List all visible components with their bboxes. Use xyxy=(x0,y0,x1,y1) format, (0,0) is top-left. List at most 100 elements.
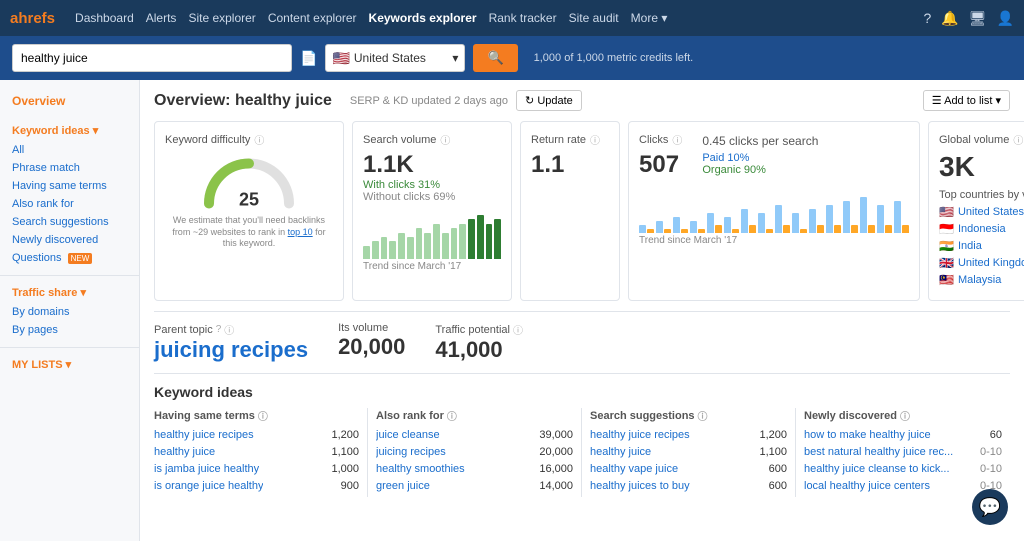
top-nav: ahrefs Dashboard Alerts Site explorer Co… xyxy=(0,0,1024,36)
sidebar-traffic-share[interactable]: Traffic share ▾ xyxy=(0,282,139,303)
monitor-icon[interactable]: 🖥 xyxy=(969,10,987,27)
sv-card: Search volume ⓘ 1.1K With clicks 31% Wit… xyxy=(352,121,512,301)
country-name[interactable]: United Kingdom xyxy=(958,257,1024,269)
country-name[interactable]: Indonesia xyxy=(958,223,1024,235)
sidebar-item-phrase-match[interactable]: Phrase match xyxy=(0,159,139,177)
country-flag-icon: 🇬🇧 xyxy=(939,256,954,270)
keyword-ideas-section: Keyword ideas Having same terms ⓘ health… xyxy=(154,384,1010,497)
nav-site-audit[interactable]: Site audit xyxy=(569,11,619,25)
ki-keyword-link[interactable]: healthy juice xyxy=(154,446,215,458)
ki-column-1: Also rank for ⓘ juice cleanse 39,000 jui… xyxy=(368,408,582,497)
metrics-row: Keyword difficulty ⓘ 25 We estimate that… xyxy=(154,121,1010,301)
help-icon[interactable]: ? xyxy=(924,10,932,26)
search-button[interactable]: 🔍 xyxy=(473,44,517,72)
ki-keyword-link[interactable]: how to make healthy juice xyxy=(804,429,931,441)
sidebar-my-lists[interactable]: MY LISTS ▾ xyxy=(0,354,139,375)
ki-keyword-link[interactable]: healthy juices to buy xyxy=(590,480,690,492)
country-row: 🇲🇾 Malaysia 150 5% xyxy=(939,273,1024,287)
top10-link[interactable]: top 10 xyxy=(288,227,313,237)
ki-keyword-link[interactable]: healthy juice recipes xyxy=(590,429,690,441)
ki-keyword-link[interactable]: juice cleanse xyxy=(376,429,440,441)
country-flag-icon: 🇮🇳 xyxy=(939,239,954,253)
ki-row: local healthy juice centers 0-10 xyxy=(804,480,1002,492)
rr-info-icon[interactable]: ⓘ xyxy=(590,132,600,147)
ki-keyword-link[interactable]: best natural healthy juice rec... xyxy=(804,446,953,458)
ki-keyword-link[interactable]: healthy juice cleanse to kick... xyxy=(804,463,950,475)
ki-row: healthy smoothies 16,000 xyxy=(376,463,573,475)
ki-keyword-link[interactable]: healthy vape juice xyxy=(590,463,678,475)
sv-info-icon[interactable]: ⓘ xyxy=(440,132,450,147)
nav-alerts[interactable]: Alerts xyxy=(146,11,177,25)
nav-dashboard[interactable]: Dashboard xyxy=(75,11,134,25)
nav-site-explorer[interactable]: Site explorer xyxy=(188,11,255,25)
ki-keyword-link[interactable]: is orange juice healthy xyxy=(154,480,263,492)
country-selector[interactable]: 🇺🇸 United States ▾ xyxy=(325,44,465,72)
clicks-info-icon[interactable]: ⓘ xyxy=(672,132,682,147)
ki-row: healthy vape juice 600 xyxy=(590,463,787,475)
traffic-potential-info-icon[interactable]: ⓘ xyxy=(513,322,523,337)
sidebar-item-by-domains[interactable]: By domains xyxy=(0,303,139,321)
chat-button[interactable]: 💬 xyxy=(972,489,1008,525)
nav-rank-tracker[interactable]: Rank tracker xyxy=(489,11,557,25)
credits-text: 1,000 of 1,000 metric credits left. xyxy=(534,52,694,64)
parent-info2-icon[interactable]: ⓘ xyxy=(224,322,234,337)
country-name[interactable]: India xyxy=(958,240,1024,252)
search-bar: 📄 🇺🇸 United States ▾ 🔍 1,000 of 1,000 me… xyxy=(0,36,1024,80)
ki-keyword-volume: 1,100 xyxy=(331,446,359,458)
parent-info-icon[interactable]: ? xyxy=(216,324,222,335)
ki-keyword-link[interactable]: juicing recipes xyxy=(376,446,446,458)
ki-col-header: Also rank for ⓘ xyxy=(376,408,573,423)
ki-info-icon[interactable]: ⓘ xyxy=(900,408,910,423)
ki-keyword-link[interactable]: healthy juice xyxy=(590,446,651,458)
sidebar-item-all[interactable]: All xyxy=(0,141,139,159)
country-name[interactable]: United States xyxy=(958,206,1024,218)
ki-keyword-link[interactable]: green juice xyxy=(376,480,430,492)
country-flag-icon: 🇲🇾 xyxy=(939,273,954,287)
ki-keyword-volume: 0-10 xyxy=(980,463,1002,475)
bell-icon[interactable]: 🔔 xyxy=(941,10,958,27)
country-flag-icon: 🇮🇩 xyxy=(939,222,954,236)
ki-keyword-volume: 16,000 xyxy=(539,463,573,475)
cps-value: 0.45 clicks per search xyxy=(702,134,818,148)
clicks-value: 507 xyxy=(639,151,682,179)
ki-keyword-volume: 20,000 xyxy=(539,446,573,458)
add-to-list-button[interactable]: ☰ Add to list ▾ xyxy=(923,90,1010,111)
overview-subtitle: SERP & KD updated 2 days ago xyxy=(350,95,508,107)
ki-keyword-link[interactable]: healthy smoothies xyxy=(376,463,465,475)
traffic-potential-value: 41,000 xyxy=(435,337,523,363)
overview-title: Overview: healthy juice xyxy=(154,92,332,110)
sidebar-item-questions[interactable]: Questions NEW xyxy=(0,249,139,267)
ki-keyword-volume: 600 xyxy=(769,480,787,492)
sidebar-item-also-rank-for[interactable]: Also rank for xyxy=(0,195,139,213)
sidebar-overview[interactable]: Overview xyxy=(0,90,139,112)
country-name[interactable]: Malaysia xyxy=(958,274,1024,286)
kd-info-icon[interactable]: ⓘ xyxy=(254,132,264,147)
user-icon[interactable]: 👤 xyxy=(997,10,1014,27)
global-info-icon[interactable]: ⓘ xyxy=(1013,132,1023,147)
ki-info-icon[interactable]: ⓘ xyxy=(258,408,268,423)
sidebar-keyword-ideas[interactable]: Keyword ideas ▾ xyxy=(0,120,139,141)
nav-content-explorer[interactable]: Content explorer xyxy=(268,11,357,25)
rr-value: 1.1 xyxy=(531,151,609,179)
ki-keyword-volume: 60 xyxy=(990,429,1002,441)
sidebar-item-newly-discovered[interactable]: Newly discovered xyxy=(0,231,139,249)
ki-keyword-link[interactable]: healthy juice recipes xyxy=(154,429,254,441)
parent-topic-value[interactable]: juicing recipes xyxy=(154,337,308,363)
update-button[interactable]: ↻ Update xyxy=(516,90,582,111)
ki-keyword-link[interactable]: local healthy juice centers xyxy=(804,480,930,492)
country-row: 🇮🇳 India 200 7% xyxy=(939,239,1024,253)
clicks-label: Clicks xyxy=(639,134,668,146)
ki-keyword-link[interactable]: is jamba juice healthy xyxy=(154,463,259,475)
country-label: United States xyxy=(354,51,426,65)
ki-row: healthy juice 1,100 xyxy=(154,446,359,458)
ki-info-icon[interactable]: ⓘ xyxy=(447,408,457,423)
search-input[interactable] xyxy=(12,44,292,72)
sidebar-item-having-same-terms[interactable]: Having same terms xyxy=(0,177,139,195)
nav-more[interactable]: More ▾ xyxy=(631,11,668,25)
ki-info-icon[interactable]: ⓘ xyxy=(698,408,708,423)
nav-keywords-explorer[interactable]: Keywords explorer xyxy=(369,11,477,25)
ki-row: best natural healthy juice rec... 0-10 xyxy=(804,446,1002,458)
its-volume-label: Its volume xyxy=(338,322,405,334)
sidebar-item-by-pages[interactable]: By pages xyxy=(0,321,139,339)
sidebar-item-search-suggestions[interactable]: Search suggestions xyxy=(0,213,139,231)
